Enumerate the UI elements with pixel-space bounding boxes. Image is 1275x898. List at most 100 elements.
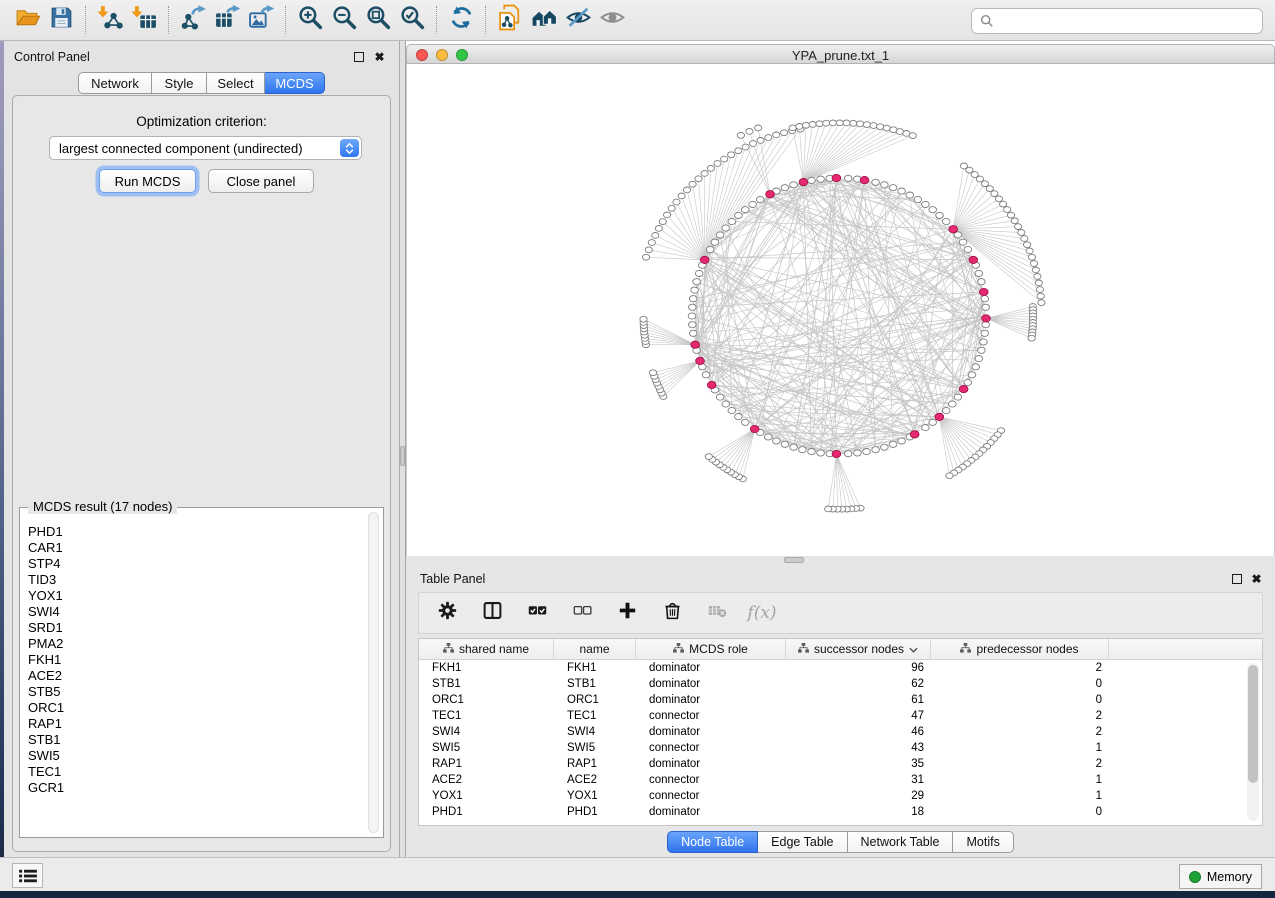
network-canvas[interactable] [406,64,1275,556]
mcds-result-item[interactable]: SWI4 [28,604,363,620]
network-leaf-node[interactable] [707,165,714,171]
network-leaf-node[interactable] [650,370,657,376]
network-leaf-node[interactable] [640,316,647,322]
network-leaf-node[interactable] [1024,242,1031,248]
network-leaf-node[interactable] [1011,218,1018,224]
network-leaf-node[interactable] [773,132,780,138]
run-mcds-button[interactable]: Run MCDS [99,169,196,193]
mcds-result-item[interactable]: RAP1 [28,716,363,732]
close-panel-icon[interactable]: ✖ [373,50,386,63]
network-node[interactable] [981,330,989,336]
network-leaf-node[interactable] [883,125,890,131]
table-row[interactable]: RAP1RAP1dominator352 [419,756,1262,772]
network-leaf-node[interactable] [659,219,666,225]
network-leaf-node[interactable] [1007,212,1014,218]
mcds-highlighted-node[interactable] [959,386,968,393]
table-row[interactable]: FKH1FKH1dominator962 [419,660,1262,676]
network-node[interactable] [817,176,825,182]
network-node[interactable] [959,239,967,245]
mcds-highlighted-node[interactable] [910,431,919,438]
network-node[interactable] [749,201,757,207]
network-leaf-node[interactable] [1035,280,1042,286]
network-node[interactable] [889,441,897,447]
network-titlebar[interactable]: YPA_prune.txt_1 [406,44,1275,64]
network-leaf-node[interactable] [728,152,735,158]
tab-style[interactable]: Style [152,72,207,94]
mcds-highlighted-node[interactable] [935,413,944,420]
import-table-button[interactable] [127,4,161,36]
task-history-button[interactable] [12,863,43,888]
mcds-highlighted-node[interactable] [969,256,978,263]
network-leaf-node[interactable] [1000,201,1007,207]
network-node[interactable] [914,196,922,202]
zoom-out-button[interactable] [327,4,361,36]
mcds-result-item[interactable]: SRD1 [28,620,363,636]
open-file-button[interactable] [10,4,44,36]
horizontal-splitter[interactable] [406,556,1275,565]
mcds-result-item[interactable]: TEC1 [28,764,363,780]
network-leaf-node[interactable] [735,148,742,154]
tab-mcds[interactable]: MCDS [265,72,325,94]
network-leaf-node[interactable] [1037,293,1044,299]
network-leaf-node[interactable] [796,124,803,130]
network-leaf-node[interactable] [655,226,662,232]
network-leaf-node[interactable] [673,199,680,205]
network-node[interactable] [781,185,789,191]
network-leaf-node[interactable] [823,120,830,126]
network-node[interactable] [695,270,703,276]
mcds-highlighted-node[interactable] [707,381,716,388]
save-session-button[interactable] [44,4,78,36]
first-neighbors-button[interactable] [527,4,561,36]
network-node[interactable] [954,394,962,400]
column-header-MCDS-role[interactable]: MCDS role [636,639,786,659]
network-leaf-node[interactable] [648,240,655,246]
mcds-highlighted-node[interactable] [750,425,759,432]
network-leaf-node[interactable] [721,156,728,162]
search-input[interactable] [1000,14,1254,29]
network-node[interactable] [922,201,930,207]
network-node[interactable] [688,313,696,319]
network-leaf-node[interactable] [705,454,712,460]
network-node[interactable] [898,438,906,444]
mcds-result-item[interactable]: SWI5 [28,748,363,764]
network-leaf-node[interactable] [825,506,832,512]
mcds-highlighted-node[interactable] [799,179,808,186]
clone-network-button[interactable] [493,4,527,36]
export-table-button[interactable] [210,4,244,36]
network-leaf-node[interactable] [863,122,870,128]
network-node[interactable] [689,330,697,336]
network-node[interactable] [889,185,897,191]
table-scrollbar[interactable] [1247,663,1259,821]
mcds-result-list[interactable]: PHD1CAR1STP4TID3YOX1SWI4SRD1PMA2FKH1ACE2… [28,524,363,831]
scrollbar-thumb[interactable] [1248,665,1258,783]
network-leaf-node[interactable] [737,132,744,138]
column-header-name[interactable]: name [554,639,636,659]
network-leaf-node[interactable] [1015,224,1022,230]
network-leaf-node[interactable] [829,120,836,126]
export-network-button[interactable] [176,4,210,36]
network-leaf-node[interactable] [1004,207,1011,213]
network-node[interactable] [689,304,697,310]
mcds-list-scrollbar[interactable] [368,512,379,833]
table-row[interactable]: SWI5SWI5connector431 [419,740,1262,756]
network-node[interactable] [691,287,699,293]
network-leaf-node[interactable] [877,124,884,130]
network-leaf-node[interactable] [1028,335,1035,341]
add-row-button[interactable] [615,601,639,625]
table-row[interactable]: ACE2ACE2connector311 [419,772,1262,788]
hide-selected-button[interactable] [561,4,595,36]
network-node[interactable] [964,246,972,252]
network-leaf-node[interactable] [755,125,762,131]
network-graph[interactable] [407,64,1275,556]
network-leaf-node[interactable] [695,176,702,182]
network-leaf-node[interactable] [1028,254,1035,260]
network-leaf-node[interactable] [1021,236,1028,242]
network-leaf-node[interactable] [714,161,721,167]
mcds-result-item[interactable]: STB1 [28,732,363,748]
import-network-button[interactable] [93,4,127,36]
network-node[interactable] [863,449,871,455]
network-node[interactable] [711,239,719,245]
network-node[interactable] [722,225,730,231]
network-leaf-node[interactable] [995,196,1002,202]
network-node[interactable] [808,177,816,183]
